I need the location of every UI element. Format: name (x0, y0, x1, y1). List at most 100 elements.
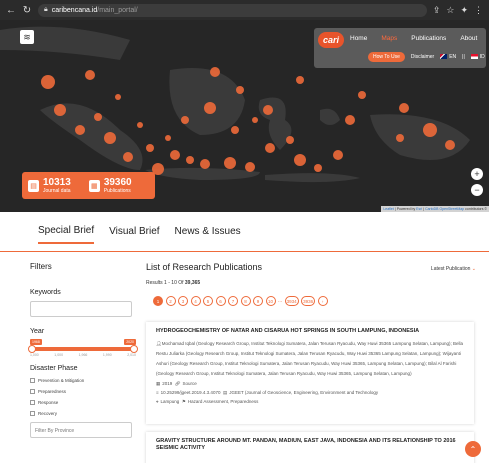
hazard-map[interactable]: ≋ cari Home Maps Publications About How … (0, 20, 489, 212)
year-tick: 1,990 (102, 353, 112, 357)
chevron-down-icon: ⌄ (471, 266, 476, 272)
disaster-phase-label: Disaster Phase (30, 365, 78, 372)
results-count-total: 39,365 (184, 280, 201, 286)
page-button[interactable]: 7 (228, 296, 238, 306)
calendar-icon: ▦ (156, 381, 161, 386)
checkbox[interactable] (30, 378, 35, 383)
page-button[interactable]: 6 (215, 296, 226, 306)
phase-option-prevention[interactable]: Prevention & Mitigation (30, 378, 136, 383)
publication-title[interactable]: GRAVITY STRUCTURE AROUND MT. PANDAN, MAD… (156, 438, 464, 452)
document-icon: ▦ (88, 179, 100, 192)
publication-year: 2019 (162, 381, 173, 386)
lang-en-label: EN (449, 54, 457, 60)
marker (399, 103, 409, 113)
publication-card[interactable]: HYDROGEOCHEMISTRY OF NATAR AND CISARUA H… (146, 322, 474, 424)
marker (123, 152, 133, 162)
zoom-out-icon[interactable]: − (471, 184, 483, 196)
filters-panel: Filters Keywords Year 1968 2020 1,000 1,… (28, 262, 138, 438)
page-button[interactable]: 3936 (301, 296, 316, 306)
chevron-up-icon[interactable]: ⌃ (465, 441, 481, 457)
marker (186, 156, 194, 164)
publication-title[interactable]: HYDROGEOCHEMISTRY OF NATAR AND CISARUA H… (156, 328, 464, 335)
link-icon: 🔗︎ (174, 381, 181, 386)
tag-icon: ⚑ (181, 399, 186, 404)
share-icon[interactable]: ⇪ (433, 5, 441, 16)
page-button[interactable]: 4 (190, 296, 201, 306)
browser-toolbar: ← ↻ 🔒︎ caribencana.id/main_portal/ ⇪ ☆ ✦… (0, 0, 489, 20)
back-icon[interactable]: ← (6, 5, 16, 16)
journal-icon: ▤ (222, 390, 228, 395)
marker (204, 102, 216, 114)
disclaimer-link[interactable]: Disclaimer (411, 54, 434, 60)
address-bar[interactable]: 🔒︎ caribencana.id/main_portal/ (38, 3, 427, 17)
page-button[interactable]: 2 (165, 296, 176, 306)
zoom-in-icon[interactable]: + (471, 168, 483, 180)
marker (423, 123, 437, 137)
marker (170, 150, 180, 160)
how-to-use-button[interactable]: How To Use (368, 52, 405, 62)
year-label: Year (30, 328, 45, 335)
marker (146, 144, 154, 152)
location-icon: ⌖ (156, 399, 159, 404)
checkbox[interactable] (30, 389, 35, 394)
nav-secondary: How To Use Disclaimer EN || ID (368, 52, 485, 62)
osm-link[interactable]: OpenStreetMap (439, 207, 464, 211)
page-button[interactable]: 1 (153, 296, 163, 306)
page-button[interactable]: 5 (203, 296, 213, 306)
nav-link-home[interactable]: Home (350, 35, 367, 42)
land-papua (370, 114, 470, 160)
tab-special-brief[interactable]: Special Brief (38, 219, 95, 244)
checkbox[interactable] (30, 400, 35, 405)
tab-visual-brief[interactable]: Visual Brief (109, 220, 159, 243)
leaflet-link[interactable]: Leaflet (383, 207, 394, 211)
marker (115, 94, 121, 100)
page-button[interactable]: 10 (265, 296, 276, 306)
menu-icon[interactable]: ⋮ (474, 5, 483, 16)
lang-en-button[interactable]: EN (440, 54, 456, 60)
next-page-button[interactable]: › (317, 296, 328, 306)
main-nav: Home Maps Publications About (350, 35, 477, 42)
nav-link-maps[interactable]: Maps (381, 35, 397, 42)
page-button[interactable]: 8 (240, 296, 251, 306)
phase-option-response[interactable]: Response (30, 400, 136, 405)
phase-option-recovery[interactable]: Recovery (30, 411, 136, 416)
year-range-slider[interactable] (28, 345, 138, 353)
url-path: /main_portal/ (97, 6, 138, 14)
nav-link-about[interactable]: About (460, 35, 477, 42)
extensions-icon[interactable]: ✦ (460, 5, 468, 16)
carto-link[interactable]: CartoDB (425, 207, 438, 211)
source-link[interactable]: Source (183, 381, 197, 386)
pagination: 1 2 3 4 5 6 7 8 9 10 ... 3934 3936 › (153, 296, 476, 306)
esri-link[interactable]: Esri (416, 207, 422, 211)
page-button[interactable]: 9 (253, 296, 263, 306)
year-range-values: 1968 2020 (30, 339, 136, 345)
tab-news-issues[interactable]: News & Issues (175, 220, 241, 243)
journal-label: Journal data (43, 187, 71, 194)
lang-id-button[interactable]: ID (470, 54, 485, 60)
publication-card[interactable]: GRAVITY STRUCTURE AROUND MT. PANDAN, MAD… (146, 432, 474, 463)
marker (333, 150, 343, 160)
marker (41, 75, 55, 89)
publication-tags-row: ⌖ Lampung ⚑ Hazard Assessment, Preparednes… (156, 397, 464, 406)
lang-separator: || (462, 54, 465, 60)
sort-dropdown[interactable]: Latest Publication ⌄ (431, 266, 476, 272)
page-button[interactable]: 3 (178, 296, 188, 306)
reload-icon[interactable]: ↻ (22, 5, 32, 16)
star-icon[interactable]: ☆ (446, 5, 454, 16)
marker (314, 164, 322, 172)
checkbox[interactable] (30, 411, 35, 416)
marker (224, 157, 236, 169)
keywords-input[interactable] (30, 300, 132, 317)
province-select[interactable]: Filter By Province (30, 422, 132, 438)
page-button[interactable]: 3934 (284, 296, 299, 306)
publication-doi-row: ≡ 10.25299/jgeet.2019.4.3.4070 ▤ JGEET (Jo… (156, 388, 464, 397)
site-logo[interactable]: cari (318, 32, 344, 48)
phase-option-preparedness[interactable]: Preparedness (30, 389, 136, 394)
nav-link-publications[interactable]: Publications (411, 35, 446, 42)
marker (181, 116, 189, 124)
layers-icon[interactable]: ≋ (20, 30, 34, 44)
publication-doi[interactable]: 10.25299/jgeet.2019.4.3.4070 (161, 390, 221, 395)
doi-icon: ≡ (156, 390, 159, 395)
publication-label: Publications (103, 187, 131, 194)
marker (231, 126, 239, 134)
